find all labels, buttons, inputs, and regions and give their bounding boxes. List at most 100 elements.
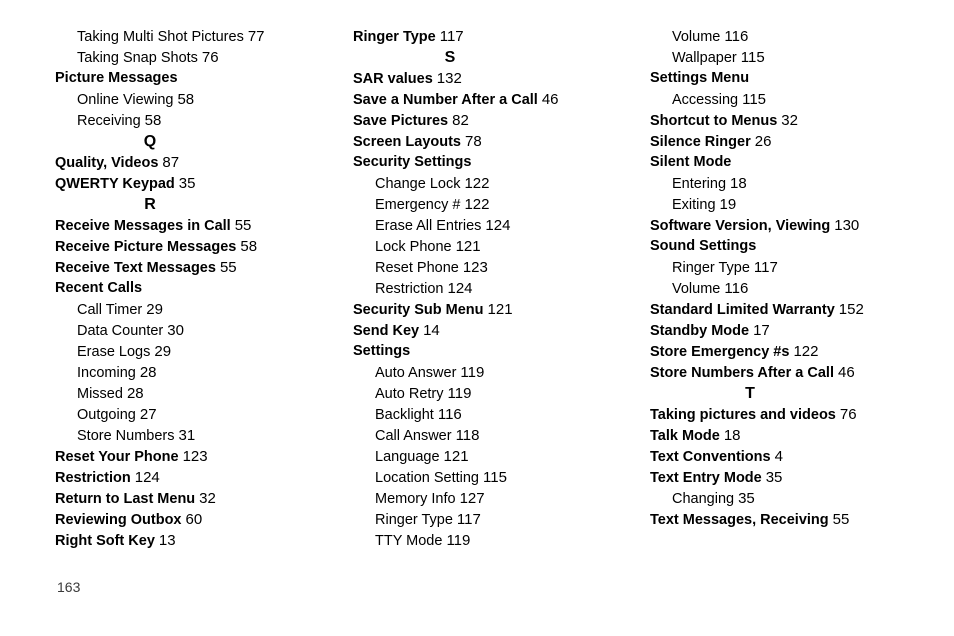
- index-entry-page: 117: [439, 28, 464, 45]
- index-entry[interactable]: Right Soft Key 13: [55, 530, 300, 551]
- index-entry[interactable]: QWERTY Keypad 35: [55, 173, 300, 194]
- index-entry[interactable]: Ringer Type 117: [353, 26, 600, 47]
- index-subentry[interactable]: Memory Info 127: [353, 488, 600, 509]
- index-entry-title: Receive Messages in Call: [55, 218, 231, 234]
- index-subentry[interactable]: Incoming 28: [55, 362, 300, 383]
- index-entry-title: Volume: [672, 281, 721, 297]
- index-entry-title: Lock Phone: [375, 239, 452, 255]
- index-subentry[interactable]: Taking Multi Shot Pictures 77: [55, 26, 300, 47]
- index-entry[interactable]: Text Conventions 4: [650, 446, 954, 467]
- index-entry[interactable]: Send Key 14: [353, 320, 600, 341]
- index-subentry[interactable]: Reset Phone 123: [353, 257, 600, 278]
- index-entry[interactable]: Receive Text Messages 55: [55, 257, 300, 278]
- index-entry[interactable]: Reviewing Outbox 60: [55, 509, 300, 530]
- index-subentry[interactable]: Language 121: [353, 446, 600, 467]
- index-subentry[interactable]: Entering 18: [650, 173, 954, 194]
- index-subentry[interactable]: Auto Retry 119: [353, 383, 600, 404]
- index-entry-title: Changing: [672, 491, 735, 507]
- index-entry[interactable]: Store Numbers After a Call 46: [650, 362, 954, 383]
- index-subentry[interactable]: Wallpaper 115: [650, 47, 954, 68]
- index-entry[interactable]: Sound Settings: [650, 236, 954, 257]
- index-entry-title: Ringer Type: [375, 512, 453, 528]
- index-entry[interactable]: Recent Calls: [55, 278, 300, 299]
- index-subentry[interactable]: Taking Snap Shots 76: [55, 47, 300, 68]
- index-entry[interactable]: Restriction 124: [55, 467, 300, 488]
- index-entry-title: Backlight: [375, 407, 434, 423]
- index-subentry[interactable]: Emergency #122: [353, 194, 600, 215]
- index-entry-page: 30: [167, 322, 184, 339]
- index-subentry[interactable]: Volume 116: [650, 278, 954, 299]
- index-entry-title: Reviewing Outbox: [55, 512, 182, 528]
- index-entry-title: Standby Mode: [650, 323, 750, 339]
- index-entry[interactable]: Return to Last Menu 32: [55, 488, 300, 509]
- index-entry[interactable]: Standby Mode 17: [650, 320, 954, 341]
- index-entry[interactable]: Save a Number After a Call 46: [353, 89, 600, 110]
- index-subentry[interactable]: Missed 28: [55, 383, 300, 404]
- index-subentry[interactable]: Data Counter 30: [55, 320, 300, 341]
- index-entry[interactable]: Store Emergency #s 122: [650, 341, 954, 362]
- index-entry[interactable]: Security Sub Menu 121: [353, 299, 600, 320]
- index-entry-title: Taking pictures and videos: [650, 407, 836, 423]
- index-entry[interactable]: Security Settings: [353, 152, 600, 173]
- index-entry-page: 46: [837, 364, 855, 381]
- index-entry-page: 78: [465, 133, 482, 150]
- index-subentry[interactable]: Exiting 19: [650, 194, 954, 215]
- index-subentry[interactable]: Auto Answer 119: [353, 362, 600, 383]
- index-entry[interactable]: Settings Menu: [650, 68, 954, 89]
- index-entry-page: 152: [838, 301, 864, 318]
- index-entry[interactable]: Screen Layouts 78: [353, 131, 600, 152]
- index-entry[interactable]: Silent Mode: [650, 152, 954, 173]
- index-subentry[interactable]: Call Answer 118: [353, 425, 600, 446]
- index-subentry[interactable]: Backlight 116: [353, 404, 600, 425]
- index-entry-title: Talk Mode: [650, 428, 720, 444]
- index-subentry[interactable]: TTY Mode 119: [353, 530, 600, 551]
- index-entry[interactable]: Receive Messages in Call 55: [55, 215, 300, 236]
- index-subentry[interactable]: Outgoing 27: [55, 404, 300, 425]
- index-subentry[interactable]: Change Lock 122: [353, 173, 600, 194]
- index-entry-title: Accessing: [672, 92, 739, 108]
- index-entry[interactable]: Standard Limited Warranty 152: [650, 299, 954, 320]
- index-subentry[interactable]: Location Setting 115: [353, 467, 600, 488]
- index-subentry[interactable]: Store Numbers 31: [55, 425, 300, 446]
- index-entry[interactable]: Software Version, Viewing 130: [650, 215, 954, 236]
- index-entry-title: Text Entry Mode: [650, 470, 762, 486]
- index-entry[interactable]: Text Entry Mode 35: [650, 467, 954, 488]
- index-entry[interactable]: Quality, Videos 87: [55, 152, 300, 173]
- index-entry[interactable]: Text Messages, Receiving 55: [650, 509, 954, 530]
- index-entry-title: Outgoing: [77, 407, 136, 423]
- index-entry-page: 58: [144, 112, 162, 129]
- index-entry-page: 127: [459, 490, 485, 507]
- index-subentry[interactable]: Volume 116: [650, 26, 954, 47]
- index-entry-page: 124: [447, 280, 473, 297]
- index-subentry[interactable]: Erase All Entries 124: [353, 215, 600, 236]
- index-entry-title: Call Answer: [375, 428, 452, 444]
- index-entry[interactable]: Silence Ringer 26: [650, 131, 954, 152]
- index-entry-page: 115: [740, 49, 765, 66]
- index-subentry[interactable]: Restriction 124: [353, 278, 600, 299]
- index-entry[interactable]: Shortcut to Menus 32: [650, 110, 954, 131]
- index-entry-page: 18: [730, 175, 747, 192]
- index-subentry[interactable]: Lock Phone 121: [353, 236, 600, 257]
- index-entry-title: Emergency #: [375, 197, 461, 213]
- index-entry[interactable]: Talk Mode 18: [650, 425, 954, 446]
- index-subentry[interactable]: Receiving 58: [55, 110, 300, 131]
- index-entry[interactable]: Taking pictures and videos 76: [650, 404, 954, 425]
- index-subentry[interactable]: Call Timer 29: [55, 299, 300, 320]
- index-entry[interactable]: Receive Picture Messages 58: [55, 236, 300, 257]
- index-entry[interactable]: SAR values 132: [353, 68, 600, 89]
- index-entry-page: 119: [460, 364, 485, 381]
- index-subentry[interactable]: Ringer Type 117: [650, 257, 954, 278]
- index-entry[interactable]: Save Pictures 82: [353, 110, 600, 131]
- index-subentry[interactable]: Online Viewing 58: [55, 89, 300, 110]
- index-entry[interactable]: Reset Your Phone 123: [55, 446, 300, 467]
- index-entry-page: 122: [464, 196, 490, 213]
- index-subentry[interactable]: Erase Logs 29: [55, 341, 300, 362]
- index-subentry[interactable]: Ringer Type 117: [353, 509, 600, 530]
- index-entry-page: 121: [487, 301, 513, 318]
- index-subentry[interactable]: Changing 35: [650, 488, 954, 509]
- index-entry[interactable]: Picture Messages: [55, 68, 300, 89]
- index-subentry[interactable]: Accessing 115: [650, 89, 954, 110]
- index-entry[interactable]: Settings: [353, 341, 600, 362]
- index-entry-title: Receive Picture Messages: [55, 239, 237, 255]
- index-entry-page: 46: [541, 91, 559, 108]
